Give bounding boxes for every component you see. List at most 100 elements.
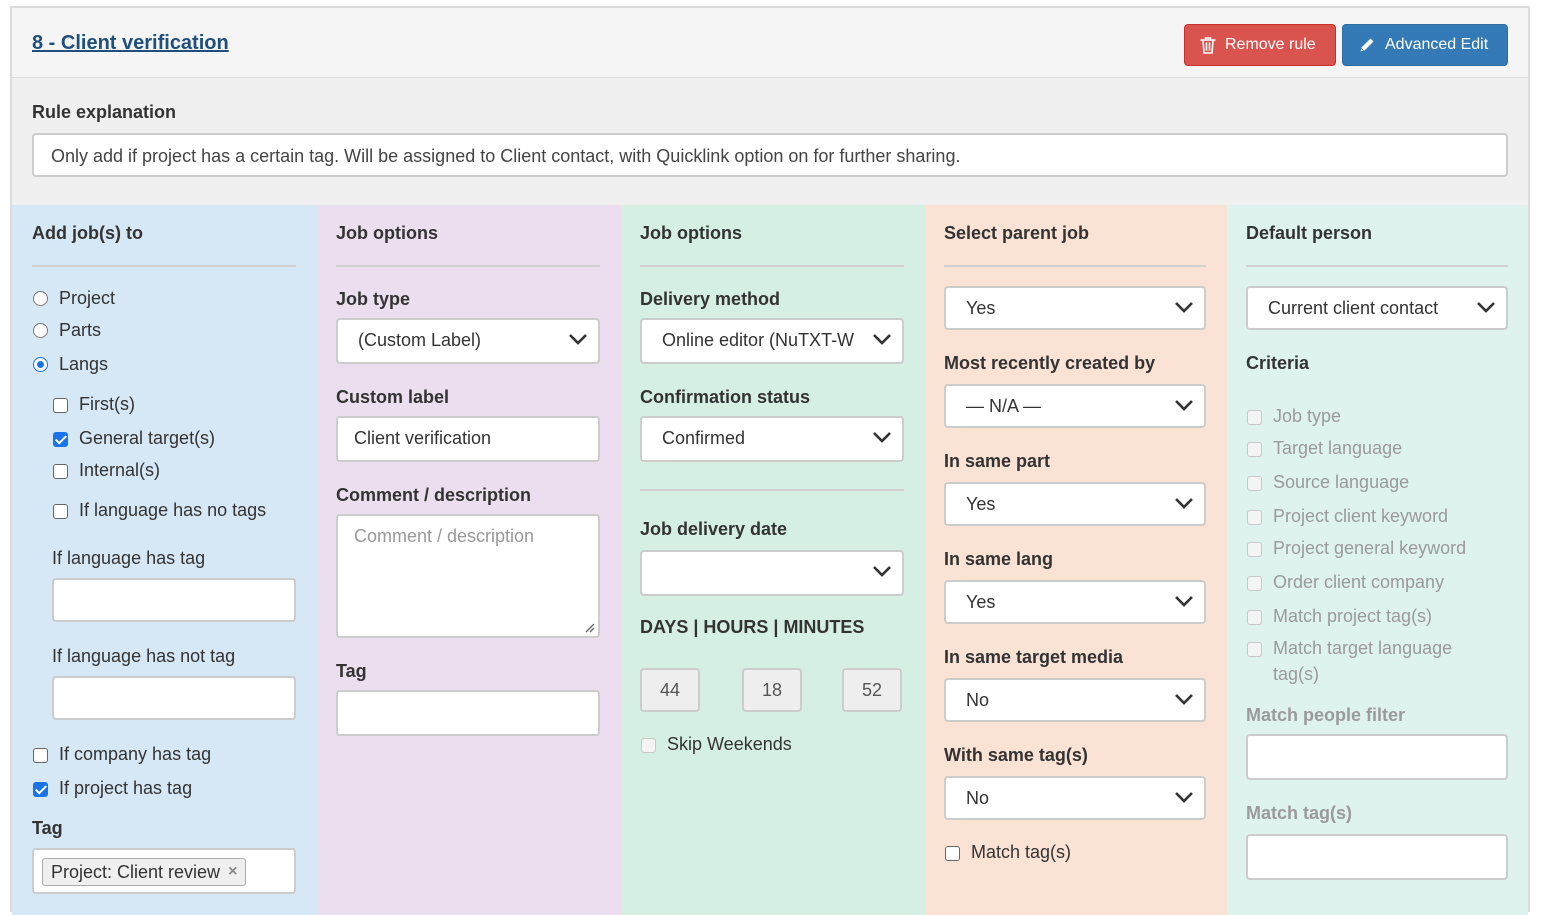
- confirmation-status-select[interactable]: Confirmed: [640, 416, 904, 462]
- checkbox-general-target[interactable]: [53, 432, 68, 447]
- lang-has-tag-input[interactable]: [52, 578, 296, 622]
- job-options-heading-2: Job options: [640, 223, 742, 243]
- parent-job-column: Select parent job Yes Most recently crea…: [925, 205, 1227, 915]
- default-person-select[interactable]: Current client contact: [1246, 286, 1508, 330]
- lang-has-not-tag-label: If language has not tag: [52, 646, 236, 666]
- chevron-down-icon: [873, 432, 891, 443]
- rule-title-link[interactable]: 8 - Client verification: [32, 32, 229, 55]
- checkbox-project-tag-label: If project has tag: [59, 778, 193, 798]
- job-delivery-date-label: Job delivery date: [640, 519, 788, 539]
- add-jobs-to-column: Add job(s) to Project Parts Langs First(…: [12, 205, 317, 915]
- match-tags-input[interactable]: [1246, 834, 1508, 880]
- comment-textarea[interactable]: Comment / description: [336, 514, 600, 638]
- job-options-heading: Job options: [336, 223, 438, 243]
- same-tags-select[interactable]: No: [944, 776, 1206, 820]
- divider: [640, 265, 904, 267]
- divider: [640, 489, 904, 491]
- checkbox-internal-label: Internal(s): [79, 460, 161, 480]
- custom-label-label: Custom label: [336, 387, 450, 407]
- checkbox-skip-weekends[interactable]: [641, 738, 656, 753]
- custom-label-input[interactable]: Client verification: [336, 416, 600, 462]
- same-target-media-select[interactable]: No: [944, 678, 1206, 722]
- checkbox-match-tags[interactable]: [945, 846, 960, 861]
- checkbox-general-target-label: General target(s): [79, 428, 216, 448]
- checkbox-criteria-target-language[interactable]: [1247, 442, 1262, 457]
- delivery-method-label: Delivery method: [640, 289, 781, 309]
- divider: [336, 265, 600, 267]
- criteria-source-language-label: Source language: [1273, 472, 1410, 492]
- checkbox-criteria-source-language[interactable]: [1247, 476, 1262, 491]
- divider: [32, 265, 296, 267]
- same-part-select[interactable]: Yes: [944, 482, 1206, 526]
- select-parent-job-heading: Select parent job: [944, 223, 1090, 243]
- checkbox-criteria-client-company[interactable]: [1247, 576, 1262, 591]
- lang-has-tag-label: If language has tag: [52, 548, 206, 568]
- same-part-value: Yes: [966, 494, 996, 514]
- pencil-icon: [1359, 38, 1374, 53]
- divider: [1246, 265, 1508, 267]
- days-input[interactable]: 44: [640, 668, 700, 712]
- chevron-down-icon: [1175, 596, 1193, 607]
- most-recently-created-label: Most recently created by: [944, 353, 1156, 373]
- same-part-label: In same part: [944, 451, 1051, 471]
- parent-job-select[interactable]: Yes: [944, 286, 1206, 330]
- job-type-label: Job type: [336, 289, 411, 309]
- lang-has-not-tag-input[interactable]: [52, 676, 296, 720]
- delivery-method-select[interactable]: Online editor (NuTXT-W: [640, 318, 904, 364]
- radio-langs[interactable]: [33, 357, 48, 372]
- match-tags-heading: Match tag(s): [1246, 803, 1353, 823]
- remove-tag-icon[interactable]: ×: [228, 863, 237, 881]
- same-lang-select[interactable]: Yes: [944, 580, 1206, 624]
- checkbox-criteria-client-keyword[interactable]: [1247, 510, 1262, 525]
- checkbox-criteria-job-type[interactable]: [1247, 410, 1262, 425]
- advanced-edit-label: Advanced Edit: [1385, 36, 1489, 53]
- chevron-down-icon: [1175, 792, 1193, 803]
- criteria-heading: Criteria: [1246, 353, 1310, 373]
- radio-langs-label: Langs: [59, 354, 109, 374]
- checkbox-criteria-target-language-tags[interactable]: [1247, 642, 1262, 657]
- radio-project[interactable]: [33, 291, 48, 306]
- minutes-input[interactable]: 52: [842, 668, 902, 712]
- same-tags-value: No: [966, 788, 990, 808]
- same-lang-label: In same lang: [944, 549, 1054, 569]
- checkbox-criteria-project-tags[interactable]: [1247, 610, 1262, 625]
- job-tag-input[interactable]: [336, 690, 600, 736]
- criteria-target-language-label: Target language: [1273, 438, 1403, 458]
- checkbox-criteria-general-keyword[interactable]: [1247, 542, 1262, 557]
- default-person-value: Current client contact: [1268, 298, 1439, 318]
- remove-rule-button[interactable]: Remove rule: [1184, 24, 1336, 66]
- checkbox-company-tag[interactable]: [33, 748, 48, 763]
- job-type-select[interactable]: (Custom Label): [336, 318, 600, 364]
- checkbox-first[interactable]: [53, 398, 68, 413]
- match-people-filter-input[interactable]: [1246, 734, 1508, 780]
- chevron-down-icon: [1175, 302, 1193, 313]
- tag-label: Tag: [32, 818, 63, 838]
- days-hours-minutes-label: DAYS | HOURS | MINUTES: [640, 617, 865, 637]
- checkbox-project-tag[interactable]: [33, 782, 48, 797]
- resize-handle-icon[interactable]: [583, 621, 595, 633]
- job-delivery-date-select[interactable]: [640, 550, 904, 596]
- add-jobs-to-heading: Add job(s) to: [32, 223, 143, 243]
- chevron-down-icon: [873, 334, 891, 345]
- skip-weekends-label: Skip Weekends: [667, 734, 792, 754]
- checkbox-no-tags[interactable]: [53, 504, 68, 519]
- radio-project-label: Project: [59, 288, 116, 308]
- criteria-general-keyword-label: Project general keyword: [1273, 538, 1467, 558]
- checkbox-internal[interactable]: [53, 464, 68, 479]
- checkbox-first-label: First(s): [79, 394, 135, 414]
- trash-icon: [1200, 37, 1216, 54]
- criteria-target-language-tags-label: Match target language: [1273, 638, 1453, 658]
- checkbox-no-tags-label: If language has no tags: [79, 500, 267, 520]
- hours-input[interactable]: 18: [742, 668, 802, 712]
- chevron-down-icon: [1477, 302, 1495, 313]
- criteria-target-language-tags-label-wrap: tag(s): [1273, 664, 1320, 684]
- tag-select-input[interactable]: Project: Client review ×: [32, 848, 296, 894]
- chevron-down-icon: [1175, 400, 1193, 411]
- rule-explanation-input[interactable]: Only add if project has a certain tag. W…: [32, 133, 1508, 177]
- advanced-edit-button[interactable]: Advanced Edit: [1342, 24, 1508, 66]
- most-recently-created-select[interactable]: — N/A —: [944, 384, 1206, 428]
- rule-explanation-label: Rule explanation: [32, 102, 177, 122]
- delivery-options-column: Job options Delivery method Online edito…: [621, 205, 925, 915]
- radio-parts[interactable]: [33, 323, 48, 338]
- radio-parts-label: Parts: [59, 320, 102, 340]
